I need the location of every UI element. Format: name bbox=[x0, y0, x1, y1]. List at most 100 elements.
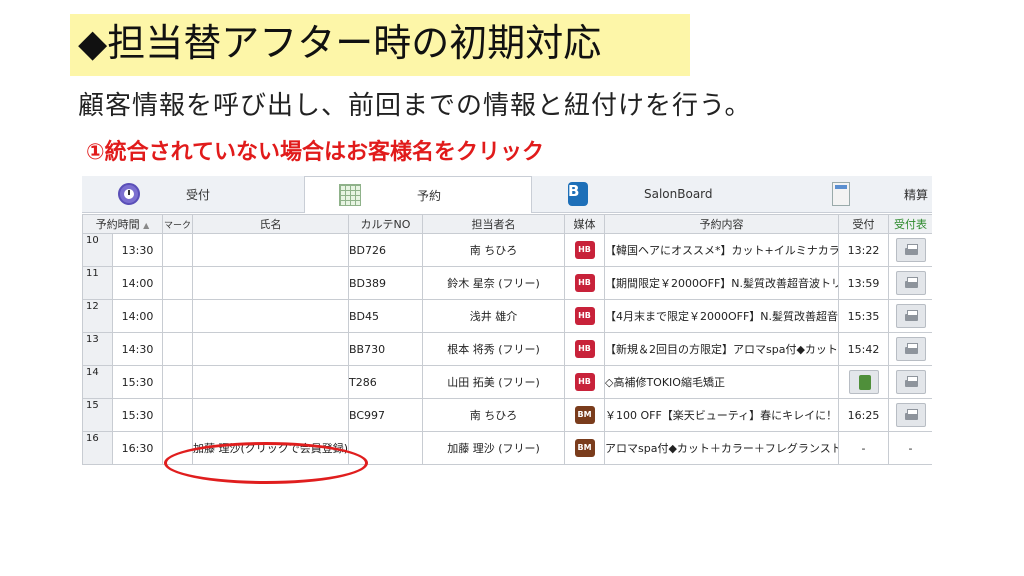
print-icon[interactable] bbox=[895, 370, 926, 394]
row-media: HB bbox=[564, 266, 605, 300]
phone-icon[interactable] bbox=[848, 370, 879, 394]
row-customer-name[interactable] bbox=[192, 332, 349, 366]
row-customer-name[interactable] bbox=[192, 266, 349, 300]
row-content: 【期間限定￥2000OFF】N.髪質改善超音波トリー bbox=[604, 266, 839, 300]
row-number: 16 bbox=[82, 431, 113, 465]
row-customer-name[interactable] bbox=[192, 365, 349, 399]
row-number: 14 bbox=[82, 365, 113, 399]
row-media: HB bbox=[564, 233, 605, 267]
row-mark bbox=[162, 299, 193, 333]
table-row[interactable]: 13 14:30 BB730 根本 将秀 (フリー) HB 【新規＆2回目の方限… bbox=[82, 332, 932, 366]
reservation-table: 予約時間 ▲ マーク 氏名 カルテNO 担当者名 媒体 予約内容 受付 受付表 … bbox=[82, 214, 932, 465]
print-icon[interactable] bbox=[895, 238, 926, 262]
row-mark bbox=[162, 398, 193, 432]
header-reception[interactable]: 受付 bbox=[838, 214, 889, 234]
tab-reception-label: 受付 bbox=[186, 187, 211, 202]
row-content: ￥100 OFF【楽天ビューティ】春にキレイに！100円 bbox=[604, 398, 839, 432]
row-slip bbox=[888, 233, 932, 267]
row-content: 【韓国ヘアにオススメ*】カット+イルミナカラー+フレグ bbox=[604, 233, 839, 267]
row-reception: 13:22 bbox=[838, 233, 889, 267]
tab-checkout[interactable]: 精算 bbox=[792, 176, 932, 212]
row-karte-no: T286 bbox=[348, 365, 423, 399]
print-icon[interactable] bbox=[895, 403, 926, 427]
row-time: 14:00 bbox=[112, 299, 163, 333]
row-reception bbox=[838, 365, 889, 399]
tab-salonboard-label: SalonBoard bbox=[644, 187, 713, 201]
row-reception: 13:59 bbox=[838, 266, 889, 300]
calculator-icon bbox=[832, 182, 850, 206]
row-customer-name-link[interactable]: 加藤 理沙(クリックで会員登録) bbox=[192, 431, 349, 465]
row-reception: 15:42 bbox=[838, 332, 889, 366]
row-mark bbox=[162, 431, 193, 465]
row-content: アロマspa付◆カット＋カラー＋フレグランストリートメ bbox=[604, 431, 839, 465]
header-staff[interactable]: 担当者名 bbox=[422, 214, 565, 234]
row-number: 15 bbox=[82, 398, 113, 432]
row-content: 【新規＆2回目の方限定】アロマspa付◆カット＋カ bbox=[604, 332, 839, 366]
slide-title: ◆担当替アフター時の初期対応 bbox=[78, 21, 602, 65]
header-mark[interactable]: マーク bbox=[162, 214, 193, 234]
header-content[interactable]: 予約内容 bbox=[604, 214, 839, 234]
row-staff: 根本 将秀 (フリー) bbox=[422, 332, 565, 366]
row-number: 10 bbox=[82, 233, 113, 267]
row-slip bbox=[888, 299, 932, 333]
row-mark bbox=[162, 233, 193, 267]
beauty-media-badge-icon: BM bbox=[574, 406, 595, 424]
row-mark bbox=[162, 266, 193, 300]
row-time: 15:30 bbox=[112, 398, 163, 432]
row-reception: 15:35 bbox=[838, 299, 889, 333]
row-staff: 加藤 理沙 (フリー) bbox=[422, 431, 565, 465]
row-reception: - bbox=[838, 431, 889, 465]
table-row[interactable]: 14 15:30 T286 山田 拓美 (フリー) HB ◇高補修TOKIO縮毛… bbox=[82, 365, 932, 399]
row-slip: - bbox=[888, 431, 932, 465]
tab-checkout-label: 精算 bbox=[904, 187, 929, 202]
header-media[interactable]: 媒体 bbox=[564, 214, 605, 234]
row-karte-no bbox=[348, 431, 423, 465]
header-karte-no[interactable]: カルテNO bbox=[348, 214, 423, 234]
row-karte-no: BD389 bbox=[348, 266, 423, 300]
row-number: 11 bbox=[82, 266, 113, 300]
row-time: 16:30 bbox=[112, 431, 163, 465]
row-time: 14:00 bbox=[112, 266, 163, 300]
tab-salonboard[interactable]: B SalonBoard bbox=[532, 176, 792, 212]
table-row[interactable]: 12 14:00 BD45 浅井 雄介 HB 【4月末まで限定￥2000OFF】… bbox=[82, 299, 932, 333]
row-media: BM bbox=[564, 398, 605, 432]
tab-reservation-label: 予約 bbox=[417, 188, 442, 203]
header-name[interactable]: 氏名 bbox=[192, 214, 349, 234]
tab-reservation[interactable]: 予約 bbox=[304, 176, 532, 213]
row-staff: 鈴木 星奈 (フリー) bbox=[422, 266, 565, 300]
table-row[interactable]: 10 13:30 BD726 南 ちひろ HB 【韓国ヘアにオススメ*】カット+… bbox=[82, 233, 932, 267]
salonboard-b-icon: B bbox=[568, 182, 588, 206]
print-icon[interactable] bbox=[895, 304, 926, 328]
row-slip bbox=[888, 266, 932, 300]
row-karte-no: BC997 bbox=[348, 398, 423, 432]
hotpepper-badge-icon: HB bbox=[574, 373, 595, 391]
print-icon[interactable] bbox=[895, 337, 926, 361]
clock-icon bbox=[118, 183, 140, 205]
row-media: HB bbox=[564, 299, 605, 333]
table-row[interactable]: 16 16:30 加藤 理沙(クリックで会員登録) 加藤 理沙 (フリー) BM… bbox=[82, 431, 932, 465]
row-customer-name[interactable] bbox=[192, 398, 349, 432]
row-number: 13 bbox=[82, 332, 113, 366]
tab-reception[interactable]: 受付 bbox=[82, 176, 304, 212]
table-row[interactable]: 15 15:30 BC997 南 ちひろ BM ￥100 OFF【楽天ビューティ… bbox=[82, 398, 932, 432]
row-staff: 南 ちひろ bbox=[422, 398, 565, 432]
row-staff: 山田 拓美 (フリー) bbox=[422, 365, 565, 399]
row-customer-name[interactable] bbox=[192, 299, 349, 333]
instruction-text: ①統合されていない場合はお客様名をクリック bbox=[86, 140, 544, 165]
header-reception-slip[interactable]: 受付表 bbox=[888, 214, 932, 234]
reservation-app-screenshot: 受付 予約 B SalonBoard 精算 予約時間 ▲ マーク 氏名 カルテN… bbox=[82, 176, 932, 478]
print-icon[interactable] bbox=[895, 271, 926, 295]
row-reception: 16:25 bbox=[838, 398, 889, 432]
row-customer-name[interactable] bbox=[192, 233, 349, 267]
row-karte-no: BD726 bbox=[348, 233, 423, 267]
row-time: 15:30 bbox=[112, 365, 163, 399]
row-slip bbox=[888, 398, 932, 432]
row-karte-no: BD45 bbox=[348, 299, 423, 333]
table-row[interactable]: 11 14:00 BD389 鈴木 星奈 (フリー) HB 【期間限定￥2000… bbox=[82, 266, 932, 300]
row-media: BM bbox=[564, 431, 605, 465]
row-slip bbox=[888, 365, 932, 399]
row-mark bbox=[162, 365, 193, 399]
hotpepper-badge-icon: HB bbox=[574, 241, 595, 259]
table-header-row: 予約時間 ▲ マーク 氏名 カルテNO 担当者名 媒体 予約内容 受付 受付表 bbox=[82, 214, 932, 234]
header-reservation-time[interactable]: 予約時間 ▲ bbox=[82, 214, 163, 234]
